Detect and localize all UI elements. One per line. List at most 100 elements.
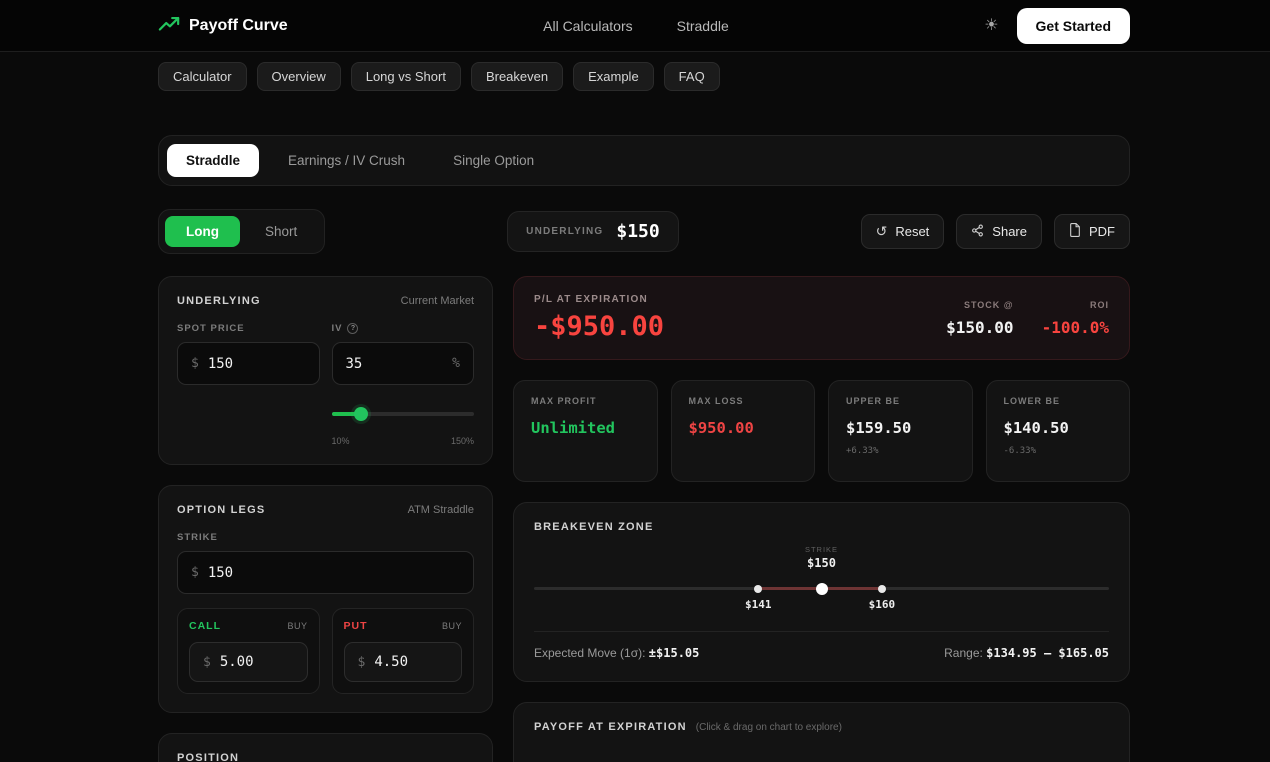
- tab-earnings-iv-crush[interactable]: Earnings / IV Crush: [269, 144, 424, 177]
- call-side-label: BUY: [287, 621, 307, 631]
- strike-marker-label: STRIKE: [805, 545, 838, 554]
- long-button[interactable]: Long: [165, 216, 240, 247]
- strategy-tabbar: Straddle Earnings / IV Crush Single Opti…: [158, 135, 1130, 186]
- left-column: UNDERLYING Current Market SPOT PRICE $ 1…: [158, 276, 493, 762]
- iv-slider[interactable]: [332, 407, 475, 421]
- max-profit-value: Unlimited: [531, 419, 640, 437]
- share-button[interactable]: Share: [956, 214, 1042, 249]
- chip-long-vs-short[interactable]: Long vs Short: [351, 62, 461, 91]
- strike-marker-value: $150: [805, 556, 838, 570]
- range: Range: $134.95 – $165.05: [944, 646, 1109, 660]
- breakeven-zone-title: BREAKEVEN ZONE: [534, 521, 653, 533]
- strike-input[interactable]: $ 150: [177, 551, 474, 594]
- tab-single-option[interactable]: Single Option: [434, 144, 553, 177]
- spot-price-input[interactable]: $ 150: [177, 342, 320, 385]
- breakeven-visualization[interactable]: STRIKE $150 $141 $160: [534, 545, 1109, 619]
- max-loss-label: MAX LOSS: [689, 396, 798, 406]
- iv-value: 35: [346, 356, 363, 372]
- file-icon: [1069, 223, 1081, 240]
- put-premium-value: 4.50: [374, 654, 408, 670]
- get-started-button[interactable]: Get Started: [1017, 8, 1130, 44]
- top-nav: Payoff Curve All Calculators Straddle Ge…: [0, 0, 1270, 52]
- strike-value: 150: [208, 565, 233, 581]
- strike-dot[interactable]: [816, 583, 828, 595]
- chip-overview[interactable]: Overview: [257, 62, 341, 91]
- upper-breakeven-value: $160: [869, 598, 896, 611]
- expected-move-value: ±$15.05: [649, 646, 700, 660]
- iv-slider-min-label: 10%: [332, 436, 350, 446]
- nav-right: Get Started: [984, 8, 1130, 44]
- sun-icon[interactable]: [984, 18, 998, 34]
- brand[interactable]: Payoff Curve: [158, 13, 288, 40]
- call-premium-value: 5.00: [220, 654, 254, 670]
- share-button-label: Share: [992, 224, 1027, 239]
- expected-move-label: Expected Move (1σ):: [534, 646, 645, 660]
- chip-example[interactable]: Example: [573, 62, 654, 91]
- pl-value: -$950.00: [534, 311, 664, 342]
- lower-be-percent: -6.33%: [1004, 446, 1113, 456]
- dollar-prefix: $: [191, 565, 199, 580]
- tab-straddle[interactable]: Straddle: [167, 144, 259, 177]
- option-legs-card: OPTION LEGS ATM Straddle STRIKE $ 150 CA…: [158, 485, 493, 713]
- put-side-label: BUY: [442, 621, 462, 631]
- iv-slider-thumb[interactable]: [354, 407, 368, 421]
- call-premium-input[interactable]: $ 5.00: [189, 642, 308, 682]
- put-leg-card: PUT BUY $ 4.50: [332, 608, 475, 694]
- trend-up-icon: [158, 13, 180, 40]
- lower-be-label: LOWER BE: [1004, 396, 1113, 406]
- iv-slider-max-label: 150%: [451, 436, 474, 446]
- underlying-card: UNDERLYING Current Market SPOT PRICE $ 1…: [158, 276, 493, 465]
- pdf-button[interactable]: PDF: [1054, 214, 1130, 249]
- underlying-pill: UNDERLYING $150: [507, 211, 679, 252]
- upper-be-value: $159.50: [846, 419, 955, 437]
- upper-breakeven-dot[interactable]: [878, 585, 886, 593]
- right-column: P/L AT EXPIRATION -$950.00 STOCK @ $150.…: [513, 276, 1130, 762]
- chip-calculator[interactable]: Calculator: [158, 62, 247, 91]
- iv-label: IV: [332, 323, 343, 334]
- nav-link-all-calculators[interactable]: All Calculators: [543, 18, 632, 34]
- payoff-title: PAYOFF AT EXPIRATION: [534, 721, 687, 733]
- call-leg-card: CALL BUY $ 5.00: [177, 608, 320, 694]
- direction-toggle: Long Short: [158, 209, 325, 254]
- percent-suffix: %: [452, 356, 460, 371]
- brand-title: Payoff Curve: [189, 17, 288, 35]
- max-profit-label: MAX PROFIT: [531, 396, 640, 406]
- nav-link-straddle[interactable]: Straddle: [677, 18, 729, 34]
- chip-breakeven[interactable]: Breakeven: [471, 62, 563, 91]
- position-card-title: POSITION: [177, 752, 239, 762]
- call-label: CALL: [189, 620, 221, 632]
- stats-row: MAX PROFIT Unlimited MAX LOSS $950.00 UP…: [513, 380, 1130, 482]
- strike-label: STRIKE: [177, 532, 218, 543]
- controls-row: Long Short UNDERLYING $150 Reset Share: [158, 209, 1130, 254]
- breakeven-zone-card: BREAKEVEN ZONE STRIKE $150 $141 $160: [513, 502, 1130, 682]
- section-chips: Calculator Overview Long vs Short Breake…: [158, 62, 1130, 91]
- max-loss-value: $950.00: [689, 419, 798, 437]
- roi-value: -100.0%: [1042, 318, 1109, 337]
- atm-straddle-label: ATM Straddle: [408, 504, 474, 516]
- share-nodes-icon: [971, 224, 984, 240]
- expected-move: Expected Move (1σ): ±$15.05: [534, 646, 699, 660]
- upper-be-card: UPPER BE $159.50 +6.33%: [828, 380, 973, 482]
- short-button[interactable]: Short: [244, 216, 318, 247]
- pdf-button-label: PDF: [1089, 224, 1115, 239]
- spot-price-label: SPOT PRICE: [177, 323, 245, 334]
- upper-be-label: UPPER BE: [846, 396, 955, 406]
- dollar-prefix: $: [191, 356, 199, 371]
- put-premium-input[interactable]: $ 4.50: [344, 642, 463, 682]
- rotate-ccw-icon: [876, 224, 888, 239]
- lower-be-card: LOWER BE $140.50 -6.33%: [986, 380, 1131, 482]
- iv-input[interactable]: 35 %: [332, 342, 475, 385]
- nav-links: All Calculators Straddle: [288, 18, 984, 34]
- help-circle-icon[interactable]: [347, 323, 358, 334]
- lower-be-value: $140.50: [1004, 419, 1113, 437]
- reset-button[interactable]: Reset: [861, 214, 945, 249]
- spot-price-value: 150: [208, 356, 233, 372]
- max-loss-card: MAX LOSS $950.00: [671, 380, 816, 482]
- action-buttons: Reset Share PDF: [861, 214, 1130, 249]
- range-label: Range:: [944, 646, 983, 660]
- dollar-prefix: $: [203, 655, 211, 670]
- lower-breakeven-dot[interactable]: [754, 585, 762, 593]
- lower-breakeven-value: $141: [745, 598, 772, 611]
- dollar-prefix: $: [358, 655, 366, 670]
- chip-faq[interactable]: FAQ: [664, 62, 720, 91]
